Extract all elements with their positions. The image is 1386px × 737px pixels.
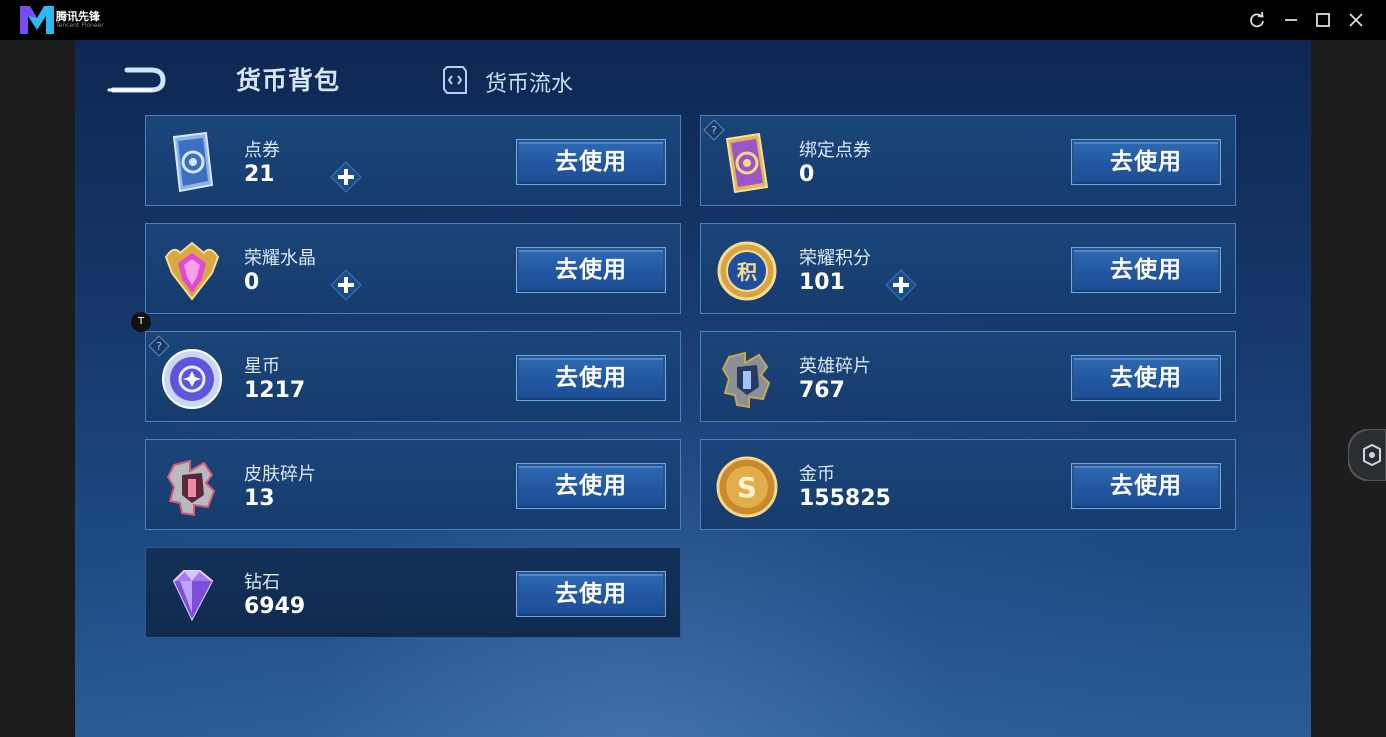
- app-subname: Tencent Pioneer: [56, 22, 104, 29]
- use-hero-fragment-button[interactable]: 去使用: [1071, 355, 1221, 401]
- bound-coupon-card-icon: [725, 132, 769, 194]
- diamond-icon: [172, 570, 214, 622]
- right-letterbox: [1311, 40, 1386, 737]
- svg-text:S: S: [737, 471, 757, 504]
- currency-card-hero-fragment: 英雄碎片 767 去使用: [700, 331, 1236, 422]
- add-dianquan-button[interactable]: [330, 161, 362, 193]
- add-glory-points-button[interactable]: [885, 269, 917, 301]
- currency-card-star-coin: ? 星币 1217 去使用: [145, 331, 681, 422]
- currency-value: 0: [244, 270, 260, 295]
- gold-coin-icon: S: [716, 456, 778, 518]
- app-name: 腾讯先锋: [56, 10, 100, 23]
- back-button[interactable]: [105, 60, 171, 98]
- currency-name: 钻石: [244, 572, 280, 593]
- currency-value: 21: [244, 162, 275, 187]
- glory-points-icon: 积: [717, 241, 777, 301]
- currency-name: 荣耀积分: [799, 248, 871, 269]
- add-glory-crystal-button[interactable]: [330, 269, 362, 301]
- currency-card-gold-coin: S 金币 155825 去使用: [700, 439, 1236, 530]
- hero-fragment-icon: [721, 351, 771, 409]
- currency-card-skin-fragment: 皮肤碎片 13 去使用: [145, 439, 681, 530]
- back-arrow-icon: [107, 67, 166, 93]
- use-gold-coin-button[interactable]: 去使用: [1071, 463, 1221, 509]
- currency-flow-icon: [443, 66, 467, 94]
- currency-value: 101: [799, 270, 845, 295]
- currency-card-bound-dianquan: ? 绑定点券 0 去使用: [700, 115, 1236, 206]
- use-bound-dianquan-button[interactable]: 去使用: [1071, 139, 1221, 185]
- svg-text:积: 积: [737, 260, 757, 284]
- currency-name: 点券: [244, 140, 280, 161]
- currency-value: 0: [799, 162, 815, 187]
- currency-name: 星币: [244, 356, 280, 377]
- close-button[interactable]: [1346, 10, 1366, 30]
- use-skin-fragment-button[interactable]: 去使用: [516, 463, 666, 509]
- side-float-handle-icon[interactable]: [1348, 429, 1386, 481]
- left-letterbox: [0, 40, 75, 737]
- use-star-coin-button[interactable]: 去使用: [516, 355, 666, 401]
- currency-card-glory-crystal: 荣耀水晶 0 去使用: [145, 223, 681, 314]
- currency-value: 767: [799, 378, 845, 403]
- currency-value: 6949: [244, 594, 306, 619]
- currency-name: 绑定点券: [799, 140, 871, 161]
- use-glory-crystal-button[interactable]: 去使用: [516, 247, 666, 293]
- use-dianquan-button[interactable]: 去使用: [516, 139, 666, 185]
- currency-value: 1217: [244, 378, 306, 403]
- currency-value: 13: [244, 486, 275, 511]
- currency-name: 英雄碎片: [799, 356, 871, 377]
- maximize-icon: [1316, 13, 1330, 27]
- glory-crystal-icon: [164, 241, 220, 301]
- currency-card-glory-points: 积 荣耀积分 101 去使用: [700, 223, 1236, 314]
- minimize-icon: [1285, 19, 1297, 21]
- app-logo-icon: [20, 6, 54, 34]
- currency-name: 荣耀水晶: [244, 248, 316, 269]
- maximize-button[interactable]: [1313, 10, 1333, 30]
- currency-value: 155825: [799, 486, 891, 511]
- currency-name: 皮肤碎片: [244, 464, 316, 485]
- coupon-card-icon: [172, 131, 214, 193]
- title-bar: 腾讯先锋 Tencent Pioneer: [0, 0, 1386, 40]
- skin-fragment-icon: [166, 459, 216, 517]
- minimize-button[interactable]: [1281, 10, 1301, 30]
- refresh-icon: [1250, 11, 1264, 28]
- use-glory-points-button[interactable]: 去使用: [1071, 247, 1221, 293]
- page-title: 货币背包: [236, 66, 341, 95]
- tab-currency-flow-label: 货币流水: [485, 72, 574, 97]
- currency-card-dianquan: 点券 21 去使用: [145, 115, 681, 206]
- game-screen: 货币背包 货币流水 点券 21 去使用 ? 绑定点券 0 去使用 荣耀水晶 0 …: [75, 40, 1311, 737]
- refresh-button[interactable]: [1247, 10, 1267, 30]
- star-coin-icon: [162, 349, 222, 409]
- close-icon: [1349, 13, 1363, 27]
- currency-card-diamond: 钻石 6949 去使用: [145, 547, 681, 638]
- currency-name: 金币: [799, 464, 835, 485]
- overlay-marker[interactable]: T: [131, 312, 151, 332]
- use-diamond-button[interactable]: 去使用: [516, 571, 666, 617]
